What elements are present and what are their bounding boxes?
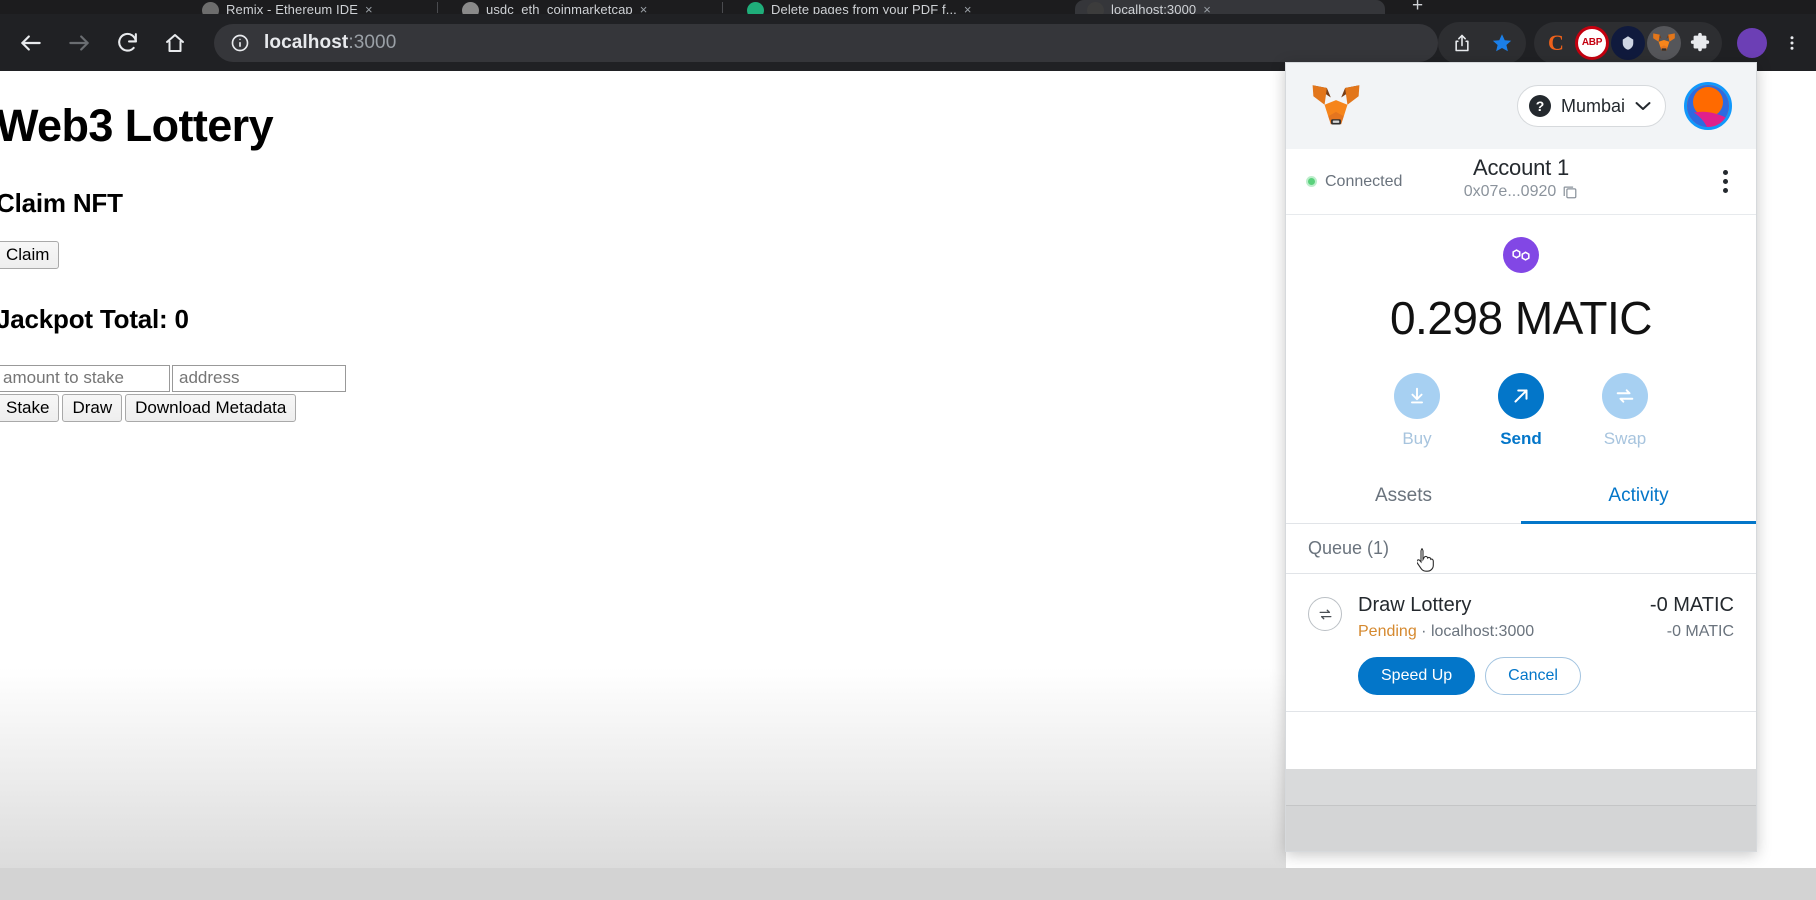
balance-amount: 0.298 MATIC	[1389, 292, 1653, 344]
extension-icon-blue[interactable]	[1611, 25, 1645, 60]
browser-menu-icon[interactable]	[1772, 23, 1812, 63]
transaction-origin: localhost:3000	[1430, 623, 1535, 640]
popup-footer-spacer	[1286, 769, 1756, 805]
metamask-header: ? Mumbai	[1286, 63, 1756, 149]
send-button-label: Send	[1500, 429, 1542, 448]
browser-tab[interactable]: Remix - Ethereum IDE ×	[190, 0, 420, 14]
metamask-fox-logo	[1310, 82, 1362, 130]
connected-indicator-dot	[1306, 176, 1317, 187]
account-bar: Connected Account 1 0x07e...0920	[1286, 149, 1756, 215]
swap-button[interactable]: Swap	[1602, 373, 1648, 449]
list-item[interactable]: Draw Lottery -0 MATIC Pending · localhos…	[1286, 574, 1756, 712]
network-name: Mumbai	[1560, 95, 1625, 116]
arrow-up-right-icon	[1498, 373, 1544, 419]
new-tab-button[interactable]: +	[1400, 0, 1450, 14]
extensions-group: C ABP	[1534, 21, 1722, 64]
browser-chrome: Remix - Ethereum IDE × usdc_eth_coinmark…	[0, 0, 1816, 71]
transaction-status-line: Pending · localhost:3000	[1358, 623, 1534, 641]
page-bottom-bar	[0, 868, 1816, 900]
tab-favicon	[747, 2, 764, 14]
extension-icon-c[interactable]: C	[1539, 26, 1573, 60]
account-address-row[interactable]: 0x07e...0920	[1464, 183, 1579, 201]
transaction-actions: Speed Up Cancel	[1358, 657, 1734, 695]
chevron-down-icon	[1635, 101, 1651, 111]
buy-button-label: Buy	[1402, 429, 1432, 448]
transaction-title: Draw Lottery	[1358, 594, 1472, 616]
amount-to-stake-input[interactable]	[0, 364, 170, 392]
claim-button[interactable]: Claim	[0, 240, 60, 269]
address-bar[interactable]: localhost:3000	[214, 23, 1438, 62]
metamask-popup: ? Mumbai Connected Account 1 0x07e...092…	[1285, 62, 1757, 852]
account-name: Account 1	[1472, 155, 1570, 180]
back-button[interactable]	[10, 22, 52, 64]
download-arrow-icon	[1394, 373, 1440, 419]
transaction-amount: -0 MATIC	[1649, 594, 1734, 616]
avatar[interactable]	[1684, 82, 1732, 130]
tab-favicon	[1087, 2, 1104, 14]
tab-close-icon[interactable]: ×	[964, 2, 972, 14]
tab-strip: Remix - Ethereum IDE × usdc_eth_coinmark…	[0, 0, 1816, 14]
new-tab-plus-icon: +	[1412, 0, 1424, 14]
polygon-matic-logo-icon	[1503, 237, 1539, 273]
extensions-puzzle-icon[interactable]	[1683, 26, 1717, 60]
page-bottom-fade	[0, 668, 1286, 868]
unknown-network-question-icon: ?	[1528, 95, 1551, 117]
buy-button[interactable]: Buy	[1394, 373, 1440, 449]
tab-assets[interactable]: Assets	[1286, 471, 1521, 523]
forward-button[interactable]	[58, 22, 100, 64]
browser-tab-active[interactable]: localhost:3000 ×	[1075, 0, 1385, 14]
extension-icon-adblock-plus[interactable]: ABP	[1575, 25, 1609, 60]
download-metadata-button[interactable]: Download Metadata	[125, 393, 297, 423]
stake-button[interactable]: Stake	[0, 393, 60, 423]
wallet-actions: Buy Send Swap	[1286, 349, 1756, 471]
browser-tab[interactable]: Delete pages from your PDF f... ×	[735, 0, 1020, 14]
copy-icon[interactable]	[1562, 184, 1578, 200]
connection-status: Connected	[1306, 173, 1402, 191]
connection-status-label: Connected	[1325, 172, 1403, 190]
transaction-separator: ·	[1421, 623, 1427, 640]
browser-action-group	[1438, 21, 1526, 64]
tab-close-icon[interactable]: ×	[1203, 2, 1211, 14]
balance-section: 0.298 MATIC	[1286, 215, 1756, 349]
swap-button-label: Swap	[1603, 429, 1647, 448]
swap-arrows-icon	[1308, 597, 1342, 631]
tab-close-icon[interactable]: ×	[640, 2, 648, 14]
network-selector[interactable]: ? Mumbai	[1516, 85, 1666, 127]
address-input[interactable]	[172, 364, 346, 392]
bookmark-star-icon[interactable]	[1482, 23, 1522, 63]
home-button[interactable]	[154, 22, 196, 64]
transaction-fiat-amount: -0 MATIC	[1666, 623, 1734, 640]
tab-title: Remix - Ethereum IDE	[226, 2, 359, 14]
metamask-header-right: ? Mumbai	[1516, 82, 1732, 130]
transaction-body: Draw Lottery -0 MATIC Pending · localhos…	[1358, 594, 1734, 695]
profile-avatar[interactable]	[1732, 23, 1772, 63]
speed-up-button[interactable]: Speed Up	[1358, 657, 1476, 695]
transaction-top-row: Draw Lottery -0 MATIC	[1358, 594, 1734, 617]
tab-title: usdc_eth_coinmarketcap	[486, 2, 633, 14]
extension-icon-metamask[interactable]	[1647, 25, 1681, 60]
wallet-tabs: Assets Activity	[1286, 471, 1756, 524]
swap-arrows-icon	[1602, 373, 1648, 419]
transaction-list: Draw Lottery -0 MATIC Pending · localhos…	[1286, 574, 1756, 769]
tab-favicon	[462, 2, 479, 14]
cancel-button[interactable]: Cancel	[1485, 657, 1581, 695]
tab-favicon	[202, 2, 219, 14]
address-bar-url: localhost:3000	[264, 31, 397, 53]
queue-header: Queue (1)	[1286, 524, 1756, 574]
account-address: 0x07e...0920	[1463, 183, 1557, 200]
account-options-menu[interactable]	[1715, 162, 1736, 201]
tab-title: Delete pages from your PDF f...	[771, 2, 957, 14]
tab-close-icon[interactable]: ×	[365, 2, 373, 14]
browser-tab[interactable]: usdc_eth_coinmarketcap ×	[450, 0, 700, 14]
popup-footer	[1286, 805, 1756, 851]
tab-title: localhost:3000	[1111, 2, 1197, 14]
send-button[interactable]: Send	[1498, 373, 1544, 449]
share-icon[interactable]	[1442, 23, 1482, 63]
site-info-icon[interactable]	[230, 33, 250, 53]
reload-button[interactable]	[106, 22, 148, 64]
tab-activity[interactable]: Activity	[1521, 471, 1756, 524]
draw-button[interactable]: Draw	[62, 393, 123, 423]
status-badge: Pending	[1358, 623, 1417, 640]
transaction-sub-row: Pending · localhost:3000 -0 MATIC	[1358, 623, 1734, 641]
